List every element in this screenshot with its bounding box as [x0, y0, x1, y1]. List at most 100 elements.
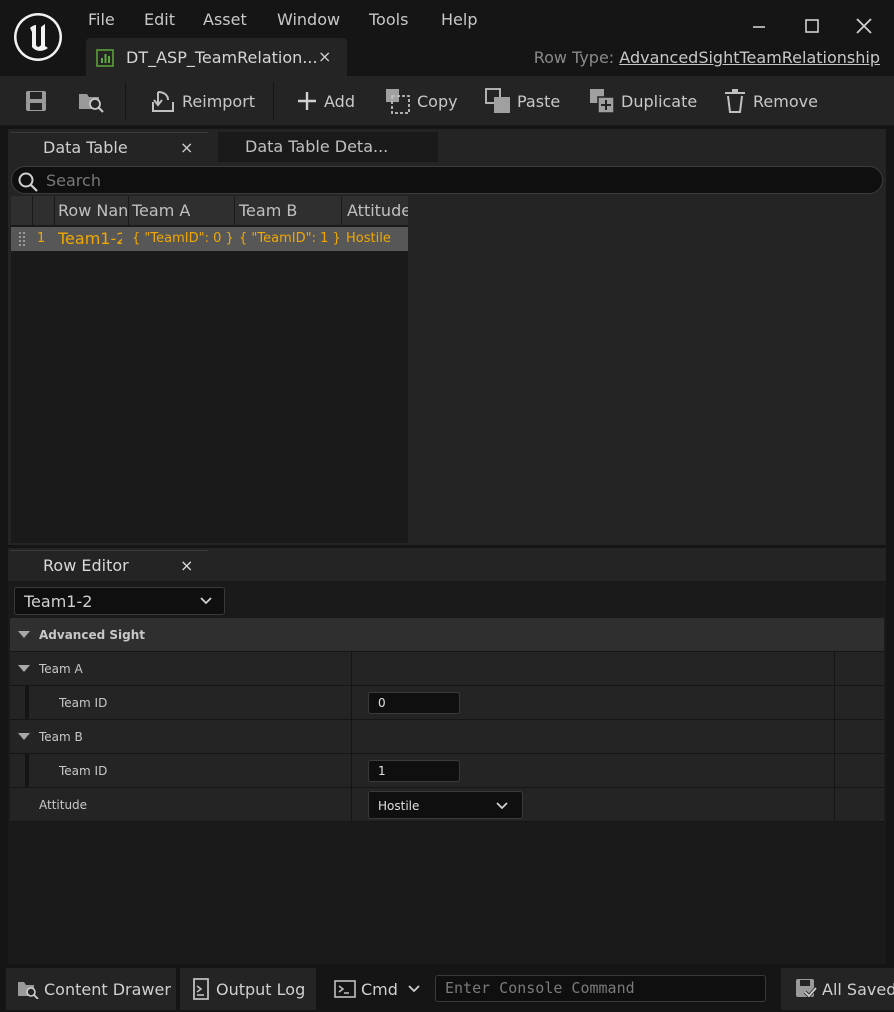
grid-header-index — [33, 196, 55, 225]
property-team-a-team-id: Team ID 0 — [10, 686, 884, 720]
category-advanced-sight[interactable]: Advanced Sight — [10, 618, 884, 652]
content-drawer-icon — [17, 979, 44, 999]
row-type-label: Row Type: — [533, 48, 615, 67]
remove-label: Remove — [753, 91, 818, 111]
chevron-down-icon — [408, 985, 425, 993]
menu-tools[interactable]: Tools — [369, 10, 408, 29]
tab-data-table-details-label: Data Table Deta... — [245, 137, 389, 156]
grid-header-row-name[interactable]: Row Nan — [55, 196, 129, 225]
team-a-id-value: 0 — [378, 696, 386, 710]
category-label: Advanced Sight — [39, 628, 145, 642]
details-area — [408, 196, 886, 543]
tab-row-editor-close-icon[interactable]: × — [180, 556, 193, 575]
console-input[interactable] — [445, 978, 755, 998]
row-selector-dropdown[interactable]: Team1-2 — [14, 587, 225, 615]
property-attitude: Attitude Hostile — [10, 788, 884, 822]
remove-button[interactable]: Remove — [723, 87, 818, 115]
duplicate-label: Duplicate — [621, 91, 698, 111]
duplicate-button[interactable]: Duplicate — [589, 87, 697, 115]
output-log-label: Output Log — [216, 979, 306, 999]
add-label: Add — [324, 91, 355, 111]
content-drawer-button[interactable]: Content Drawer — [6, 968, 176, 1010]
grid-header-team-a[interactable]: Team A — [129, 196, 235, 225]
attitude-cell: Hostile — [346, 231, 391, 246]
console-box — [435, 975, 766, 1002]
data-table-panel: Data Table × Data Table Deta... Row Nan … — [8, 129, 886, 545]
column-divider — [834, 686, 835, 719]
search-input[interactable] — [46, 169, 846, 191]
row-editor-panel: Row Editor × Team1-2 Advanced Sight Team… — [8, 548, 886, 964]
expand-arrow-icon — [18, 733, 30, 741]
add-button[interactable]: Add — [296, 87, 355, 115]
terminal-icon — [334, 979, 361, 999]
menu-asset[interactable]: Asset — [203, 10, 247, 29]
column-divider — [834, 754, 835, 787]
document-tab[interactable]: DT_ASP_TeamRelation... × — [86, 38, 347, 76]
attitude-value: Hostile — [378, 799, 420, 813]
saved-icon — [795, 978, 822, 1000]
reimport-button[interactable]: Reimport — [150, 87, 255, 115]
column-divider — [834, 788, 835, 821]
menu-help[interactable]: Help — [441, 10, 477, 29]
team-a-id-field[interactable]: 0 — [368, 692, 460, 714]
row-index: 1 — [37, 231, 46, 246]
copy-label: Copy — [417, 91, 458, 111]
column-divider — [351, 788, 352, 821]
property-team-b[interactable]: Team B — [10, 720, 884, 754]
menu-edit[interactable]: Edit — [144, 10, 175, 29]
all-saved-label: All Saved — [822, 979, 894, 999]
unreal-logo-icon[interactable] — [12, 11, 64, 63]
attitude-dropdown[interactable]: Hostile — [368, 791, 523, 819]
browse-button[interactable] — [78, 87, 112, 115]
document-tab-label: DT_ASP_TeamRelation... — [126, 48, 318, 67]
minimize-icon[interactable] — [747, 14, 771, 38]
tab-row-editor[interactable]: Row Editor × — [10, 550, 208, 580]
document-tab-close-icon[interactable]: × — [318, 47, 331, 66]
team-b-id-field[interactable]: 1 — [368, 760, 460, 782]
menu-file[interactable]: File — [88, 10, 115, 29]
data-table-grid: Row Nan Team A Team B Attitude 1 Team1-2… — [11, 196, 408, 543]
tab-data-table-close-icon[interactable]: × — [180, 138, 193, 157]
grid-header: Row Nan Team A Team B Attitude — [11, 196, 408, 225]
trash-icon — [723, 88, 753, 114]
team-a-label: Team A — [39, 662, 83, 676]
cmd-label: Cmd — [361, 979, 398, 999]
indent-bar — [25, 754, 29, 787]
team-b-id-value: 1 — [378, 764, 386, 778]
tab-row-editor-label: Row Editor — [43, 556, 129, 575]
property-team-a[interactable]: Team A — [10, 652, 884, 686]
output-log-button[interactable]: Output Log — [180, 968, 316, 1010]
menu-window[interactable]: Window — [277, 10, 340, 29]
content-drawer-label: Content Drawer — [44, 979, 171, 999]
table-row[interactable]: 1 Team1-2 { "TeamID": 0 } { "TeamID": 1 … — [11, 227, 408, 251]
paste-button[interactable]: Paste — [485, 87, 560, 115]
row-selector-value: Team1-2 — [24, 592, 93, 611]
grid-header-team-b[interactable]: Team B — [235, 196, 342, 225]
column-divider — [834, 652, 835, 685]
row-editor-body: Team1-2 Advanced Sight Team A Team ID 0 … — [8, 581, 886, 964]
row-type-link[interactable]: AdvancedSightTeamRelationship — [619, 48, 880, 67]
status-bar: Content Drawer Output Log Cmd All Saved — [0, 966, 894, 1012]
team-id-label: Team ID — [59, 764, 108, 778]
save-button[interactable] — [24, 87, 54, 115]
grid-header-attitude[interactable]: Attitude — [342, 196, 408, 225]
toolbar: Reimport Add Copy Paste Duplicate Remove — [0, 76, 894, 126]
close-window-icon[interactable] — [852, 14, 876, 38]
row-type-indicator: Row Type: AdvancedSightTeamRelationship — [534, 48, 880, 67]
paste-icon — [485, 88, 517, 114]
toolbar-separator — [125, 82, 126, 120]
expand-arrow-icon — [18, 631, 30, 639]
toolbar-separator — [273, 82, 274, 120]
search-box — [11, 166, 883, 194]
chevron-down-icon — [496, 802, 508, 810]
tab-data-table[interactable]: Data Table × — [10, 132, 208, 162]
all-saved-button[interactable]: All Saved — [781, 968, 894, 1010]
copy-button[interactable]: Copy — [385, 87, 458, 115]
maximize-icon[interactable] — [800, 14, 824, 38]
reimport-label: Reimport — [182, 91, 256, 111]
column-divider — [351, 652, 352, 685]
row-drag-handle-icon[interactable] — [17, 227, 29, 251]
tab-data-table-details[interactable]: Data Table Deta... — [218, 132, 438, 162]
cmd-dropdown[interactable]: Cmd — [320, 968, 430, 1010]
team-id-label: Team ID — [59, 696, 108, 710]
